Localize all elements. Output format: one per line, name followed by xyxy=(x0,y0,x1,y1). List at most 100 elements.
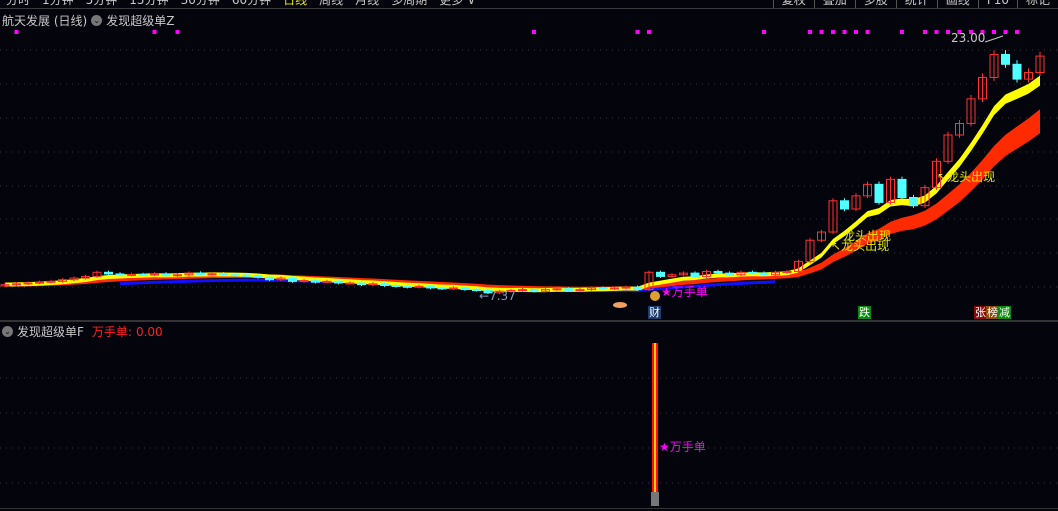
candle-body xyxy=(357,282,366,286)
signal-dot xyxy=(532,30,536,34)
candle-body xyxy=(759,272,769,276)
signal-dot xyxy=(14,30,19,34)
candle-body xyxy=(690,272,700,277)
candle-body xyxy=(414,285,424,288)
candle-body xyxy=(242,274,251,277)
candle-body xyxy=(782,270,792,273)
wanshoudan-base xyxy=(651,492,659,506)
candle-body xyxy=(426,285,435,289)
signal-dot xyxy=(934,30,939,34)
low-price-label: ←7.37 xyxy=(479,289,516,303)
candlestick-chart xyxy=(0,30,1058,506)
money-bag-icon xyxy=(650,291,660,301)
candle-body xyxy=(311,280,320,283)
signal-dot xyxy=(831,30,835,34)
candle-body xyxy=(874,183,884,203)
candle-body xyxy=(322,280,332,283)
candle-body xyxy=(380,283,389,286)
candle-body xyxy=(345,282,355,285)
candle-body xyxy=(265,276,274,281)
candle-body xyxy=(368,283,378,286)
signal-dot xyxy=(762,30,766,34)
candle-body xyxy=(138,273,148,276)
signal-dot xyxy=(819,30,824,34)
wanshoudan-bar-core xyxy=(654,343,656,493)
candle-body xyxy=(897,178,907,198)
candle-body xyxy=(219,273,228,276)
candle-body xyxy=(598,287,608,290)
value: 0.00 xyxy=(135,324,163,339)
candle-body xyxy=(46,280,56,283)
candle-body xyxy=(656,271,665,277)
candle-body xyxy=(23,282,33,285)
signal-dot xyxy=(808,30,812,34)
chevron-down-icon[interactable]: ⌄ xyxy=(2,326,13,337)
signal-dot xyxy=(647,30,651,34)
candle-body xyxy=(288,277,297,282)
signal-dot xyxy=(1003,30,1008,34)
wanshoudan-label: ★万手单 xyxy=(661,285,708,299)
candle-body xyxy=(437,287,447,290)
candle-body xyxy=(334,280,343,284)
candle-body xyxy=(150,273,159,276)
candle-body xyxy=(575,289,585,292)
candle-body xyxy=(35,281,44,284)
candle-body xyxy=(196,272,205,275)
bar-label: ★万手单 xyxy=(659,440,706,454)
signal-dot xyxy=(842,30,847,34)
marker-jian: 减 xyxy=(998,306,1011,319)
candle-body xyxy=(127,273,136,276)
signal-dot xyxy=(865,30,870,34)
longtou-label: ↖龙头出现 xyxy=(937,170,996,184)
candle-body xyxy=(529,289,539,292)
high-arrow xyxy=(984,35,1004,43)
candle-body xyxy=(207,273,217,276)
candle-body xyxy=(748,271,757,274)
signal-dot xyxy=(1015,30,1019,34)
longtou-label: ↖龙头出现 xyxy=(831,239,890,253)
candle-body xyxy=(12,283,21,286)
low-price-value: 7.37 xyxy=(489,289,516,303)
signal-dot xyxy=(854,30,858,34)
candle-body xyxy=(1001,53,1010,65)
signal-dot xyxy=(992,30,996,34)
candle-body xyxy=(449,287,458,290)
candle-body xyxy=(610,287,619,290)
signal-dot xyxy=(900,30,904,34)
candle-body xyxy=(161,273,171,277)
marker-die: 跌 xyxy=(858,306,871,319)
candle-body xyxy=(1012,63,1022,80)
candle-body xyxy=(173,274,182,277)
candle-body xyxy=(403,285,412,288)
signal-dot xyxy=(175,30,180,34)
candle-body xyxy=(621,286,631,289)
signal-dot xyxy=(152,30,157,34)
value-label: 万手单: xyxy=(91,325,132,339)
candle-body xyxy=(391,284,401,287)
ma-fast-band xyxy=(5,75,1040,293)
gold-ingot-icon xyxy=(613,302,627,308)
candle-body xyxy=(633,286,642,291)
ma-slow-band xyxy=(5,109,1040,291)
candle-body xyxy=(725,272,734,276)
candle-body xyxy=(840,200,849,210)
sub-indicator-name[interactable]: 发现超级单F xyxy=(17,323,84,340)
candle-body xyxy=(460,287,470,291)
candle-body xyxy=(909,196,918,207)
candle-body xyxy=(713,270,723,274)
signal-dot xyxy=(635,30,640,34)
candle-body xyxy=(230,274,240,277)
sub-panel-header: ⌄ 发现超级单F 万手单: 0.00 xyxy=(2,323,163,340)
marker-cai: 财 xyxy=(648,306,661,319)
signal-dot xyxy=(923,30,927,34)
bottom-border xyxy=(0,508,1058,509)
panel-divider[interactable] xyxy=(0,320,1058,322)
candle-body xyxy=(253,275,263,278)
candle-body xyxy=(115,273,125,276)
candle-body xyxy=(104,271,113,275)
candle-body xyxy=(299,280,309,283)
candle-body xyxy=(564,288,573,291)
high-price-label: 23.00 xyxy=(951,31,986,45)
candle-body xyxy=(552,288,562,291)
candle-body xyxy=(518,289,527,292)
